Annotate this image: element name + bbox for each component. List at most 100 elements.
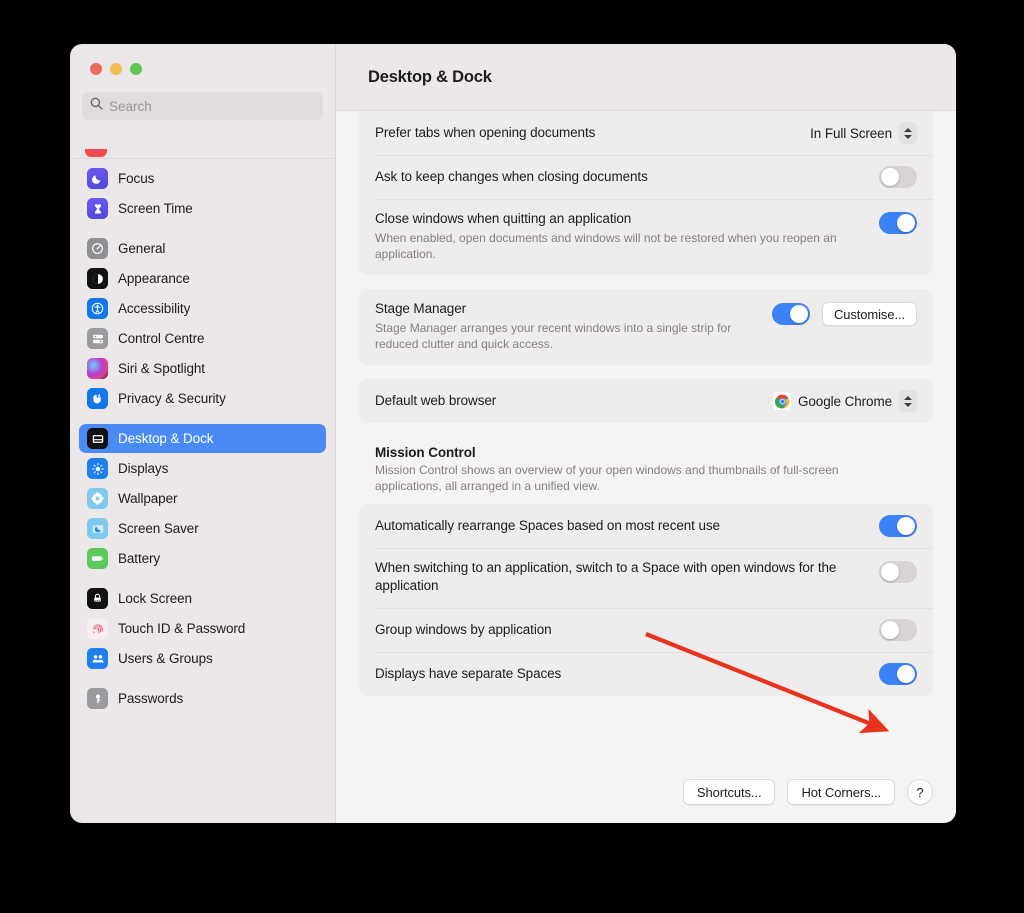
sidebar-group-2: General Appearance Accessibility Control… [79, 234, 326, 424]
control-centre-icon [87, 328, 108, 349]
sidebar-item-label: Passwords [118, 691, 184, 706]
zoom-button[interactable] [130, 63, 142, 75]
screen-time-icon [87, 198, 108, 219]
close-windows-toggle[interactable] [879, 212, 917, 234]
sidebar-item-screen-time[interactable]: Screen Time [79, 194, 326, 223]
sidebar-item-wallpaper[interactable]: Wallpaper [79, 484, 326, 513]
sidebar-item-users-groups[interactable]: Users & Groups [79, 644, 326, 673]
displays-separate-spaces-toggle[interactable] [879, 663, 917, 685]
row-stage-manager[interactable]: Stage Manager Stage Manager arranges you… [359, 289, 933, 365]
search-icon [90, 97, 103, 115]
system-settings-window: Focus Screen Time General [70, 44, 956, 823]
settings-scroll-area[interactable]: Prefer tabs when opening documents In Fu… [336, 111, 956, 765]
battery-icon [87, 548, 108, 569]
row-switch-to-space[interactable]: When switching to an application, switch… [359, 548, 933, 608]
sidebar-group-5: Passwords [79, 684, 326, 724]
sidebar-item-siri-spotlight[interactable]: Siri & Spotlight [79, 354, 326, 383]
sidebar-item-screen-saver[interactable]: Screen Saver [79, 514, 326, 543]
section-title: Mission Control [375, 445, 476, 460]
row-label: When switching to an application, switch… [375, 560, 837, 593]
page-title: Desktop & Dock [368, 67, 492, 86]
sidebar-item-label: Users & Groups [118, 651, 213, 666]
chevron-updown-icon [899, 122, 917, 144]
sidebar-item-label: Accessibility [118, 301, 191, 316]
row-label: Displays have separate Spaces [375, 666, 562, 681]
sidebar-item-desktop-dock[interactable]: Desktop & Dock [79, 424, 326, 453]
hot-corners-button[interactable]: Hot Corners... [787, 779, 895, 805]
row-sublabel: When enabled, open documents and windows… [375, 231, 837, 261]
sidebar-item-label: Control Centre [118, 331, 205, 346]
lock-screen-icon [87, 588, 108, 609]
row-label: Automatically rearrange Spaces based on … [375, 518, 720, 533]
auto-rearrange-spaces-toggle[interactable] [879, 515, 917, 537]
popup-value: In Full Screen [810, 125, 892, 141]
sidebar-item-control-centre[interactable]: Control Centre [79, 324, 326, 353]
sidebar-group-3: Desktop & Dock Displays Wallpaper Screen… [79, 424, 326, 584]
row-auto-rearrange-spaces[interactable]: Automatically rearrange Spaces based on … [359, 504, 933, 548]
privacy-icon [87, 388, 108, 409]
sidebar-item-battery[interactable]: Battery [79, 544, 326, 573]
siri-icon [87, 358, 108, 379]
sidebar-item-privacy-security[interactable]: Privacy & Security [79, 384, 326, 413]
sidebar-item-touch-id[interactable]: Touch ID & Password [79, 614, 326, 643]
windows-card: Prefer tabs when opening documents In Fu… [359, 111, 933, 275]
sidebar-item-label: Wallpaper [118, 491, 178, 506]
search-box[interactable] [82, 92, 323, 120]
switch-to-space-toggle[interactable] [879, 561, 917, 583]
sidebar-divider [70, 158, 335, 159]
chevron-updown-icon [899, 390, 917, 412]
sidebar-item-label: Touch ID & Password [118, 621, 246, 636]
popup-value: Google Chrome [798, 393, 892, 409]
row-close-windows[interactable]: Close windows when quitting an applicati… [359, 199, 933, 275]
ask-keep-changes-toggle[interactable] [879, 166, 917, 188]
row-default-browser[interactable]: Default web browser Google Chrome [359, 379, 933, 423]
sidebar-item-accessibility[interactable]: Accessibility [79, 294, 326, 323]
sidebar-item-label: Desktop & Dock [118, 431, 214, 446]
sidebar-item-label: Screen Saver [118, 521, 199, 536]
row-group-windows[interactable]: Group windows by application [359, 608, 933, 652]
row-label: Ask to keep changes when closing documen… [375, 169, 648, 184]
sidebar-item-passwords[interactable]: Passwords [79, 684, 326, 713]
sidebar-item-label: Focus [118, 171, 155, 186]
sidebar-item-lock-screen[interactable]: Lock Screen [79, 584, 326, 613]
passwords-icon [87, 688, 108, 709]
sidebar-item-label: Siri & Spotlight [118, 361, 205, 376]
sidebar-item-general[interactable]: General [79, 234, 326, 263]
help-button[interactable]: ? [907, 779, 933, 805]
content-pane: Desktop & Dock Prefer tabs when opening … [336, 44, 956, 823]
appearance-icon [87, 268, 108, 289]
row-ask-keep-changes[interactable]: Ask to keep changes when closing documen… [359, 155, 933, 199]
default-browser-card: Default web browser Google Chrome [359, 379, 933, 423]
accessibility-icon [87, 298, 108, 319]
default-browser-popup[interactable]: Google Chrome [773, 390, 917, 412]
prefer-tabs-popup[interactable]: In Full Screen [810, 122, 917, 144]
search-input[interactable] [109, 98, 315, 114]
stage-manager-card: Stage Manager Stage Manager arranges you… [359, 289, 933, 365]
sidebar-item-clipped[interactable] [85, 149, 326, 158]
minimise-button[interactable] [110, 63, 122, 75]
traffic-lights [70, 44, 335, 75]
screen-saver-icon [87, 518, 108, 539]
sidebar-item-focus[interactable]: Focus [79, 164, 326, 193]
stage-manager-toggle[interactable] [771, 303, 810, 325]
shortcuts-button[interactable]: Shortcuts... [682, 779, 776, 805]
row-displays-separate-spaces[interactable]: Displays have separate Spaces [359, 652, 933, 696]
sidebar-item-label: Privacy & Security [118, 391, 226, 406]
customise-button[interactable]: Customise... [821, 302, 917, 326]
sidebar-group-1: Focus Screen Time [79, 164, 326, 234]
group-windows-toggle[interactable] [879, 619, 917, 641]
sidebar-item-appearance[interactable]: Appearance [79, 264, 326, 293]
users-groups-icon [87, 648, 108, 669]
sidebar-item-label: General [118, 241, 166, 256]
sidebar: Focus Screen Time General [70, 44, 336, 823]
row-sublabel: Stage Manager arranges your recent windo… [375, 321, 732, 351]
row-label: Group windows by application [375, 622, 552, 637]
sidebar-scroll[interactable]: Focus Screen Time General Appearance Acc… [70, 149, 335, 823]
row-label: Prefer tabs when opening documents [375, 125, 596, 140]
row-prefer-tabs[interactable]: Prefer tabs when opening documents In Fu… [359, 111, 933, 155]
close-button[interactable] [90, 63, 102, 75]
sidebar-group-4: Lock Screen Touch ID & Password Users & … [79, 584, 326, 684]
sidebar-item-displays[interactable]: Displays [79, 454, 326, 483]
mission-control-section-header: Mission Control Mission Control shows an… [359, 437, 933, 504]
footer-buttons: Shortcuts... Hot Corners... ? [336, 765, 956, 823]
